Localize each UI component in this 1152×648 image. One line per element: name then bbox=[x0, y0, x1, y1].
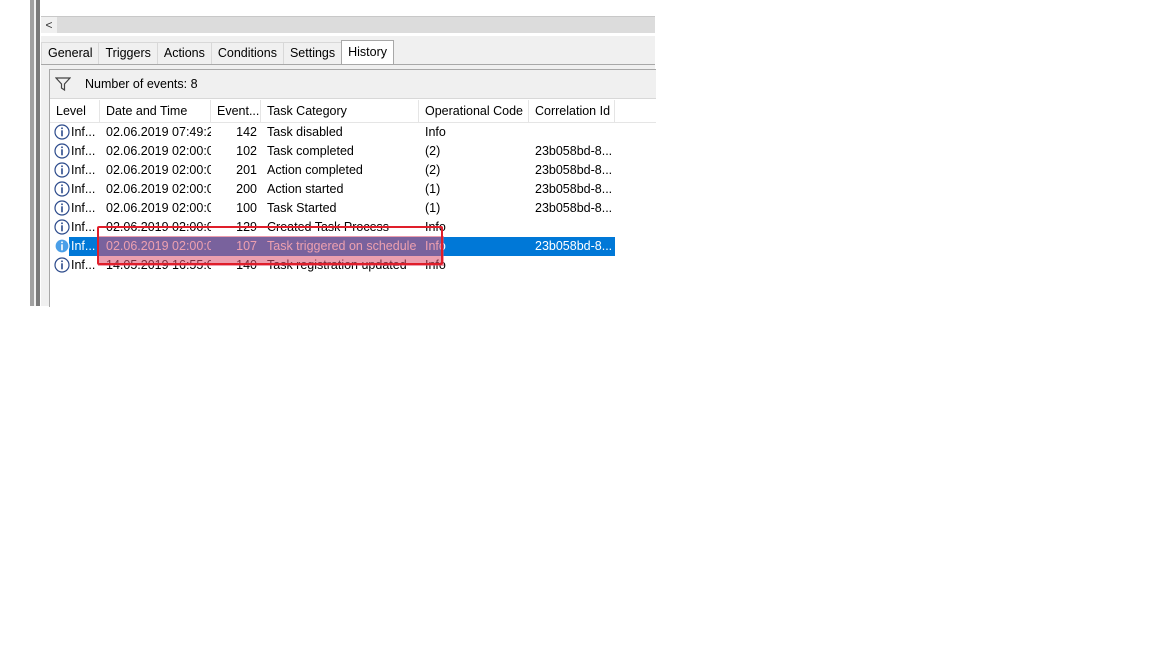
cell-operational-code: Info bbox=[425, 258, 446, 272]
cell-operational-code: (1) bbox=[425, 201, 441, 215]
cell-correlation-id bbox=[535, 218, 613, 237]
info-icon bbox=[54, 257, 70, 273]
cell-event-id: 201 bbox=[236, 163, 257, 177]
horizontal-scrollbar[interactable]: < bbox=[41, 16, 655, 33]
cell-operational-code: Info bbox=[425, 220, 446, 234]
scroll-left-arrow[interactable]: < bbox=[41, 17, 57, 33]
cell-date-time: 02.06.2019 02:00:01 bbox=[106, 182, 211, 196]
info-icon bbox=[54, 181, 70, 197]
table-header: Level Date and Time Event... Task Catego… bbox=[50, 100, 656, 123]
cell-event-id: 107 bbox=[236, 239, 257, 253]
cell-correlation-id: 23b058bd-8... bbox=[535, 144, 613, 158]
cell-task-category: Task registration updated bbox=[267, 258, 407, 272]
cell-date-time: 02.06.2019 02:00:01 bbox=[106, 201, 211, 215]
cell-level: Inf... bbox=[71, 220, 96, 234]
cell-date-time: 02.06.2019 02:00:01 bbox=[106, 220, 211, 234]
cell-operational-code: (2) bbox=[425, 144, 441, 158]
table-row[interactable]: Inf... 02.06.2019 02:00:01 129 Created Task… bbox=[50, 218, 656, 237]
cell-task-category: Task disabled bbox=[267, 125, 343, 139]
tab-settings[interactable]: Settings bbox=[282, 42, 343, 64]
cell-correlation-id: 23b058bd-8... bbox=[535, 163, 613, 177]
info-icon bbox=[54, 143, 70, 159]
filter-icon[interactable] bbox=[55, 76, 71, 92]
tab-strip: General Triggers Actions Conditions Sett… bbox=[41, 40, 655, 65]
window-frame-splitter[interactable] bbox=[36, 0, 40, 306]
table-row[interactable]: Inf... 14.05.2019 16:55:07 140 Task registr… bbox=[50, 256, 656, 275]
info-icon bbox=[54, 219, 70, 235]
cell-event-id: 142 bbox=[236, 125, 257, 139]
cell-operational-code: (2) bbox=[425, 163, 441, 177]
table-row[interactable]: Inf... 02.06.2019 02:00:01 107 Task trigger… bbox=[50, 237, 656, 256]
cell-correlation-id: 23b058bd-8... bbox=[535, 201, 613, 215]
cell-date-time: 02.06.2019 02:00:04 bbox=[106, 163, 211, 177]
cell-correlation-id: 23b058bd-8... bbox=[535, 239, 613, 253]
cell-date-time: 02.06.2019 02:00:04 bbox=[106, 144, 211, 158]
column-header-task-category[interactable]: Task Category bbox=[261, 100, 419, 122]
tab-actions[interactable]: Actions bbox=[156, 42, 212, 64]
cell-event-id: 129 bbox=[236, 220, 257, 234]
cell-task-category: Action started bbox=[267, 182, 344, 196]
cell-event-id: 200 bbox=[236, 182, 257, 196]
cell-level: Inf... bbox=[71, 258, 96, 272]
cell-task-category: Task completed bbox=[267, 144, 354, 158]
events-table: Level Date and Time Event... Task Catego… bbox=[50, 100, 656, 275]
tab-triggers[interactable]: Triggers bbox=[98, 42, 158, 64]
cell-task-category: Task triggered on scheduler bbox=[267, 239, 417, 253]
cell-level: Inf... bbox=[71, 163, 96, 177]
cell-event-id: 140 bbox=[236, 258, 257, 272]
info-icon bbox=[54, 124, 70, 140]
cell-event-id: 100 bbox=[236, 201, 257, 215]
cell-task-category: Created Task Process bbox=[267, 220, 390, 234]
table-row[interactable]: Inf... 02.06.2019 02:00:01 100 Task Started… bbox=[50, 199, 656, 218]
task-properties-panel: General Triggers Actions Conditions Sett… bbox=[41, 36, 656, 307]
tab-conditions[interactable]: Conditions bbox=[210, 42, 284, 64]
cell-operational-code: (1) bbox=[425, 182, 441, 196]
cell-level: Inf... bbox=[71, 201, 96, 215]
cell-event-id: 102 bbox=[236, 144, 257, 158]
info-icon bbox=[54, 238, 70, 254]
events-count-label: Number of events: 8 bbox=[85, 77, 198, 91]
cell-date-time: 02.06.2019 02:00:01 bbox=[106, 239, 211, 253]
cell-task-category: Task Started bbox=[267, 201, 337, 215]
cell-correlation-id bbox=[535, 123, 613, 142]
column-header-operational-code[interactable]: Operational Code bbox=[419, 100, 529, 122]
cell-level: Inf... bbox=[71, 125, 96, 139]
table-row[interactable]: Inf... 02.06.2019 02:00:04 201 Action compl… bbox=[50, 161, 656, 180]
filter-bar: Number of events: 8 bbox=[50, 70, 656, 99]
cell-operational-code: Info bbox=[425, 239, 446, 253]
cell-task-category: Action completed bbox=[267, 163, 363, 177]
info-icon bbox=[54, 200, 70, 216]
table-row[interactable]: Inf... 02.06.2019 02:00:01 200 Action start… bbox=[50, 180, 656, 199]
table-row[interactable]: Inf... 02.06.2019 07:49:26 142 Task disable… bbox=[50, 123, 656, 142]
table-row[interactable]: Inf... 02.06.2019 02:00:04 102 Task complet… bbox=[50, 142, 656, 161]
cell-level: Inf... bbox=[71, 239, 96, 253]
history-pane: Number of events: 8 Level Date and Time … bbox=[49, 69, 656, 307]
info-icon bbox=[54, 162, 70, 178]
cell-operational-code: Info bbox=[425, 125, 446, 139]
tab-general[interactable]: General bbox=[41, 42, 100, 64]
column-header-event-id[interactable]: Event... bbox=[211, 100, 261, 122]
cell-level: Inf... bbox=[71, 182, 96, 196]
cell-date-time: 14.05.2019 16:55:07 bbox=[106, 258, 211, 272]
cell-correlation-id: 23b058bd-8... bbox=[535, 182, 613, 196]
column-header-level[interactable]: Level bbox=[50, 100, 100, 122]
table-body: Inf... 02.06.2019 07:49:26 142 Task disable… bbox=[50, 123, 656, 275]
cell-level: Inf... bbox=[71, 144, 96, 158]
cell-date-time: 02.06.2019 07:49:26 bbox=[106, 125, 211, 139]
cell-correlation-id bbox=[535, 256, 613, 275]
tab-history[interactable]: History bbox=[341, 40, 395, 64]
column-header-correlation-id[interactable]: Correlation Id bbox=[529, 100, 615, 122]
column-header-date-time[interactable]: Date and Time bbox=[100, 100, 211, 122]
